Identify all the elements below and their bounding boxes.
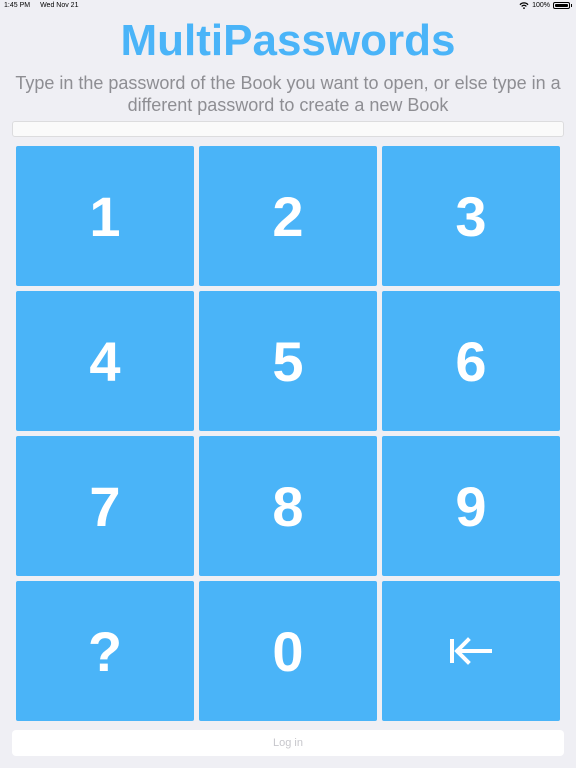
status-right: 100% bbox=[519, 2, 572, 9]
keypad: 1 2 3 4 5 6 7 8 9 ? 0 bbox=[16, 146, 560, 721]
key-7[interactable]: 7 bbox=[16, 436, 194, 576]
status-bar: 1:45 PM Wed Nov 21 100% bbox=[0, 0, 576, 12]
key-3[interactable]: 3 bbox=[382, 146, 560, 286]
key-help[interactable]: ? bbox=[16, 581, 194, 721]
key-5[interactable]: 5 bbox=[199, 291, 377, 431]
instructions-text: Type in the password of the Book you wan… bbox=[15, 73, 561, 115]
key-6[interactable]: 6 bbox=[382, 291, 560, 431]
battery-icon bbox=[553, 2, 572, 9]
key-1[interactable]: 1 bbox=[16, 146, 194, 286]
app-title: MultiPasswords bbox=[120, 16, 456, 65]
key-9[interactable]: 9 bbox=[382, 436, 560, 576]
wifi-icon bbox=[519, 2, 529, 9]
app-screen: 1:45 PM Wed Nov 21 100% MultiPasswords T… bbox=[0, 0, 576, 768]
key-0[interactable]: 0 bbox=[199, 581, 377, 721]
login-button[interactable]: Log in bbox=[12, 730, 564, 756]
key-2[interactable]: 2 bbox=[199, 146, 377, 286]
status-left: 1:45 PM Wed Nov 21 bbox=[4, 2, 78, 9]
key-backspace[interactable] bbox=[382, 581, 560, 721]
battery-percentage: 100% bbox=[532, 2, 550, 9]
status-time: 1:45 PM bbox=[4, 2, 31, 9]
password-input[interactable] bbox=[12, 121, 564, 137]
status-date: Wed Nov 21 bbox=[40, 2, 79, 9]
key-4[interactable]: 4 bbox=[16, 291, 194, 431]
backspace-arrow-icon bbox=[450, 637, 492, 665]
key-8[interactable]: 8 bbox=[199, 436, 377, 576]
